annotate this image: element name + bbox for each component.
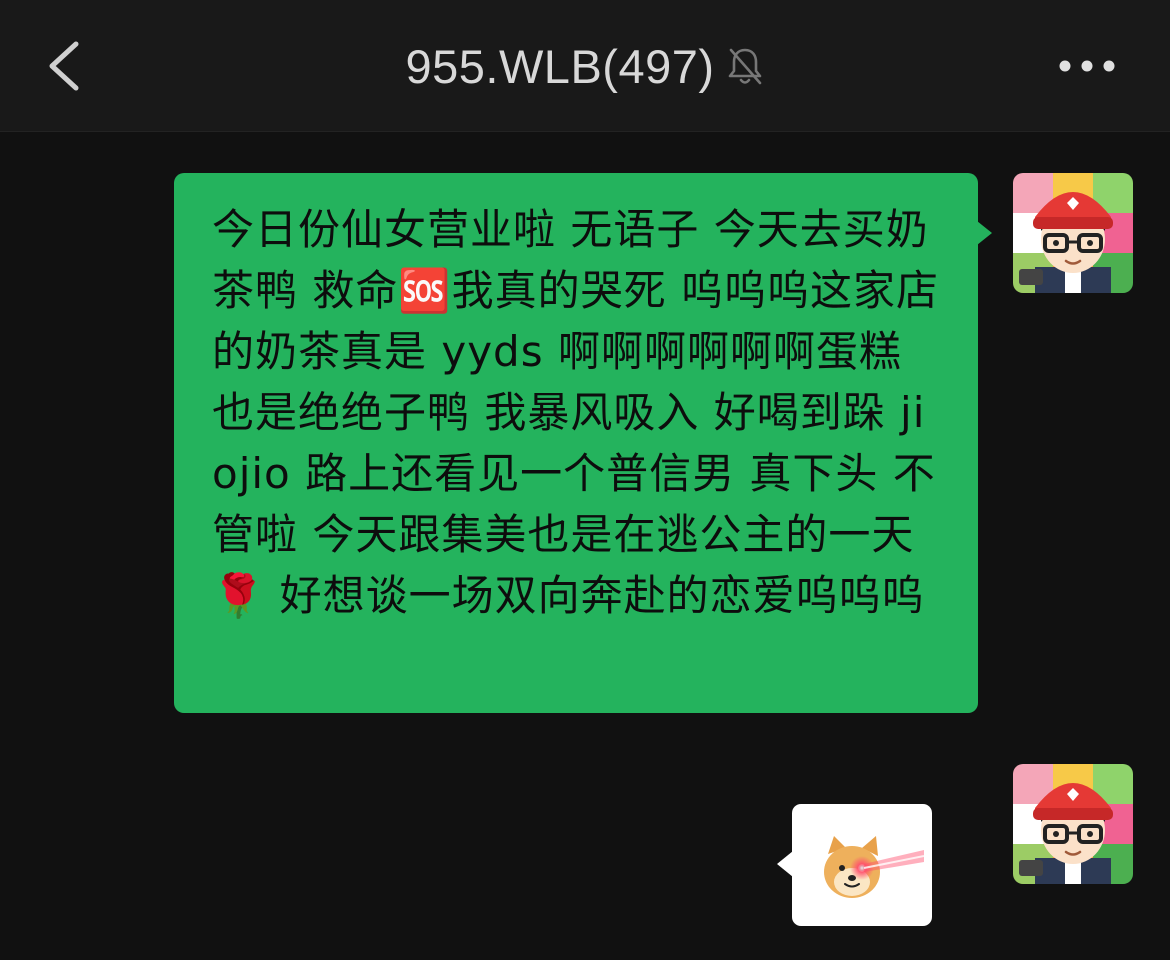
chat-header: 955.WLB(497)	[0, 0, 1170, 132]
message-bubble-text[interactable]: 今日份仙女营业啦 无语子 今天去买奶茶鸭 救命🆘我真的哭死 呜呜呜这家店的奶茶真…	[174, 173, 992, 713]
bell-off-icon	[728, 48, 761, 85]
more-horizontal-icon	[1059, 60, 1115, 72]
avatar-cartoon-boy-icon	[1013, 173, 1133, 293]
chat-title: 955.WLB(497)	[405, 39, 715, 93]
doge-laser-eyes-sticker	[824, 836, 924, 898]
title-container: 955.WLB(497)	[0, 36, 1170, 96]
message-text: 今日份仙女营业啦 无语子 今天去买奶茶鸭 救命🆘我真的哭死 呜呜呜这家店的奶茶真…	[212, 205, 939, 620]
avatar[interactable]	[1013, 764, 1133, 884]
avatar-cartoon-boy-icon	[1013, 764, 1133, 884]
more-options-button[interactable]	[1050, 40, 1124, 92]
message-bubble-sticker[interactable]	[777, 804, 932, 926]
avatar[interactable]	[1013, 173, 1133, 293]
